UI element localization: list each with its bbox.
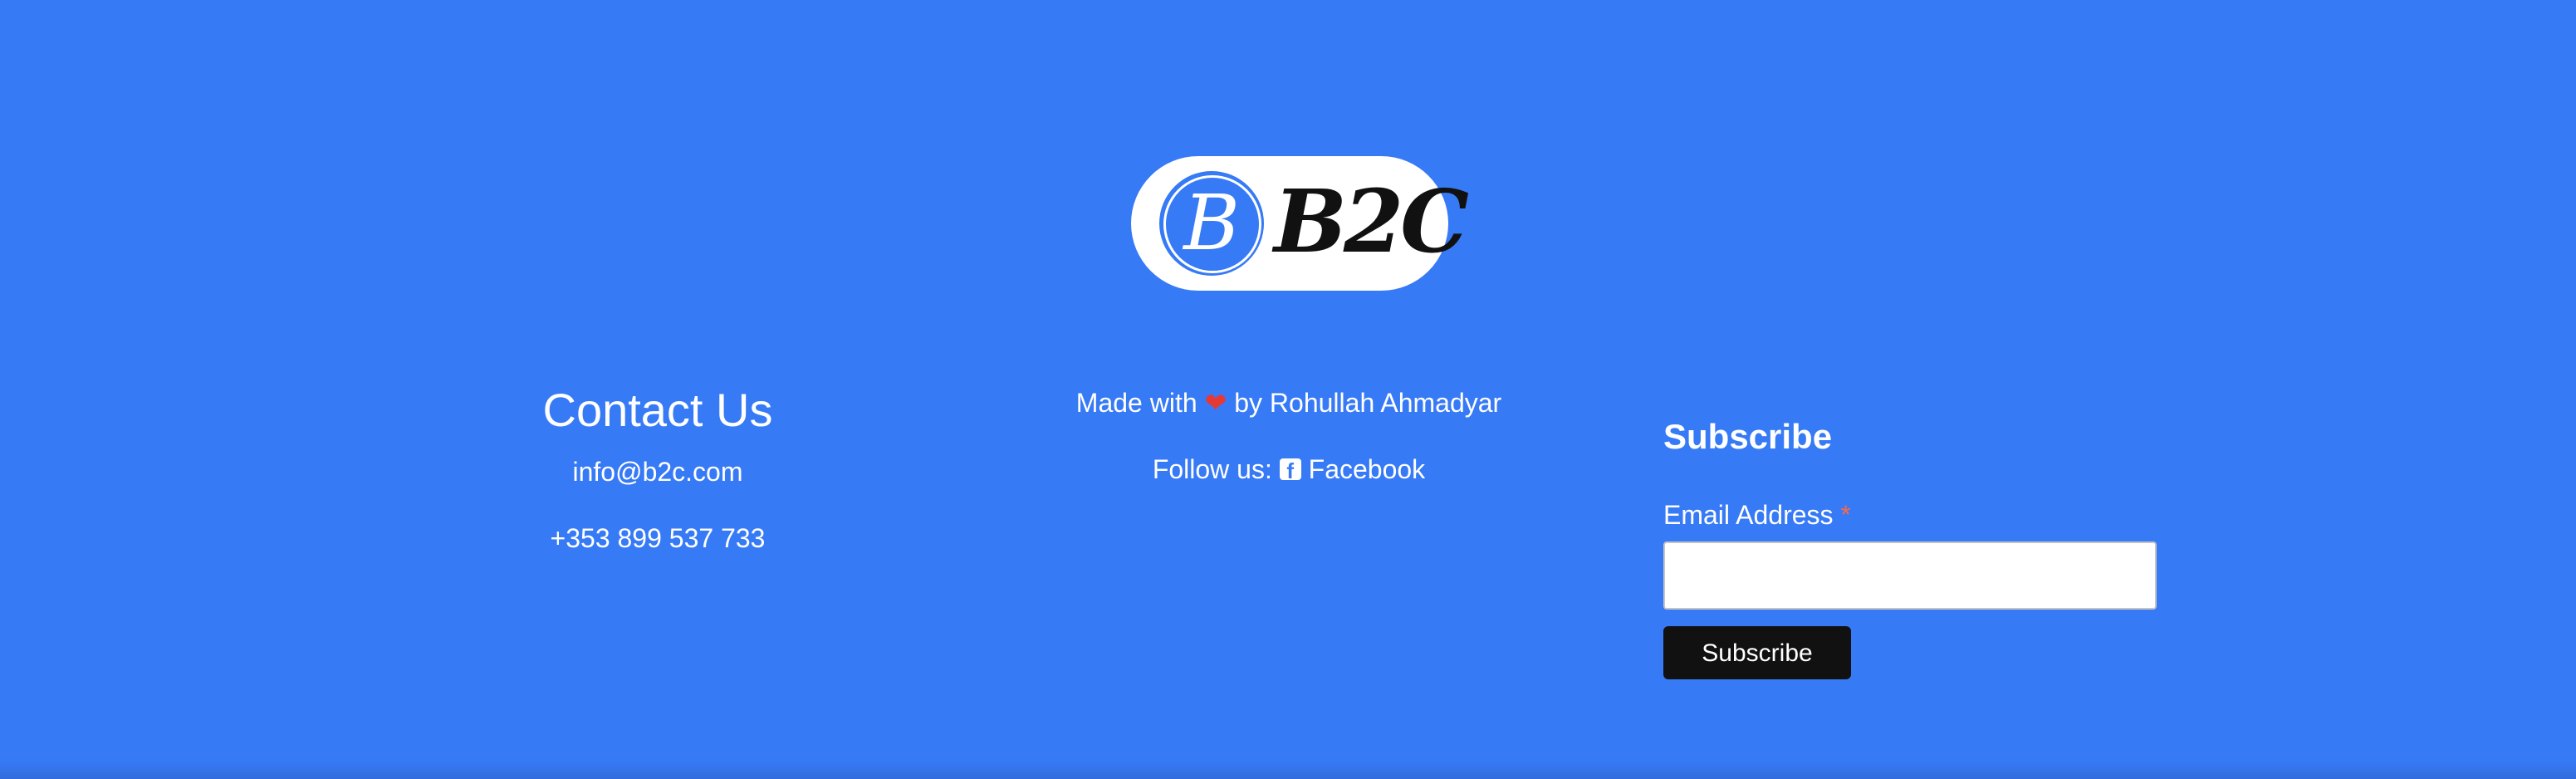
contact-section: Contact Us info@b2c.com +353 899 537 733 xyxy=(498,380,817,555)
footer-bottom-shadow xyxy=(0,761,2576,779)
credits-section: Made with ❤ by Rohullah Ahmadyar Follow … xyxy=(997,386,1581,486)
logo-emblem-letter: B xyxy=(1183,179,1240,267)
contact-title: Contact Us xyxy=(542,384,773,436)
made-with-author: by Rohullah Ahmadyar xyxy=(1234,388,1502,418)
subscribe-title: Subscribe xyxy=(1663,417,1833,456)
heart-icon: ❤ xyxy=(1204,387,1227,419)
contact-email[interactable]: info@b2c.com xyxy=(498,455,817,488)
required-marker: * xyxy=(1840,500,1851,530)
facebook-link[interactable]: f Facebook xyxy=(1279,454,1426,484)
email-label-text: Email Address xyxy=(1663,500,1834,530)
subscribe-section: Subscribe Email Address * Subscribe xyxy=(1663,414,2162,679)
logo-wordmark: B2C xyxy=(1274,170,1469,272)
follow-us-label: Follow us: xyxy=(1152,454,1272,484)
made-with-prefix: Made with xyxy=(1075,388,1197,418)
email-input[interactable] xyxy=(1663,541,2157,610)
subscribe-button[interactable]: Subscribe xyxy=(1663,626,1851,679)
facebook-icon: f xyxy=(1279,458,1301,480)
made-with-line: Made with ❤ by Rohullah Ahmadyar xyxy=(997,386,1581,419)
contact-phone[interactable]: +353 899 537 733 xyxy=(498,522,817,555)
email-label: Email Address * xyxy=(1663,498,2162,532)
logo-emblem: B xyxy=(1159,171,1264,276)
follow-us-line: Follow us: f Facebook xyxy=(997,453,1581,486)
facebook-label: Facebook xyxy=(1308,454,1426,484)
brand-logo[interactable]: B B2C xyxy=(1131,156,1469,291)
